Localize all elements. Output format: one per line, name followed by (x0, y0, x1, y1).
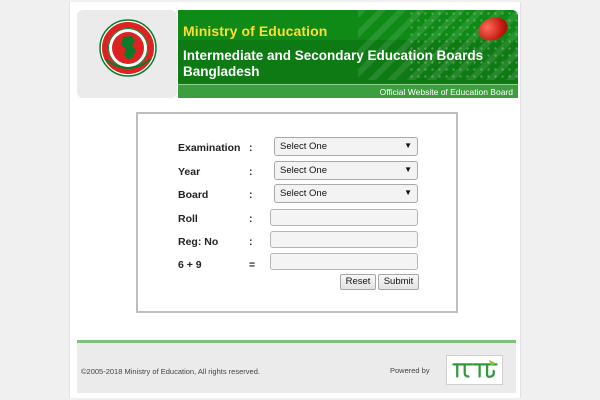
board-select[interactable]: Select One ▼ (274, 184, 418, 203)
copyright-text: ©2005-2018 Ministry of Education, All ri… (81, 367, 260, 376)
year-label: Year (178, 166, 201, 178)
board-colon: : (249, 189, 253, 201)
reset-button[interactable]: Reset (340, 274, 376, 290)
year-colon: : (249, 166, 253, 178)
banner-subbar: Official Website of Education Board (178, 84, 518, 98)
roll-input[interactable] (270, 209, 418, 226)
submit-button[interactable]: Submit (378, 274, 419, 290)
captcha-equals: = (249, 259, 256, 271)
ministry-title: Ministry of Education (183, 23, 328, 39)
teletalk-logo[interactable] (446, 355, 503, 385)
reg-no-input[interactable] (270, 231, 418, 248)
reg-no-label: Reg: No (178, 236, 219, 248)
examination-select[interactable]: Select One ▼ (274, 137, 418, 156)
examination-label: Examination (178, 142, 241, 154)
board-title: Intermediate and Secondary Education Boa… (183, 48, 484, 79)
header-banner: Ministry of Education Intermediate and S… (178, 10, 518, 98)
footer: ©2005-2018 Ministry of Education, All ri… (77, 343, 516, 393)
roll-colon: : (249, 213, 253, 225)
year-select[interactable]: Select One ▼ (274, 161, 418, 180)
year-selected: Select One (280, 165, 327, 176)
chevron-down-icon: ▼ (404, 141, 412, 150)
captcha-label: 6 + 9 (178, 259, 202, 271)
examination-selected: Select One (280, 141, 327, 152)
reg-no-colon: : (249, 236, 253, 248)
result-search-form: Examination : Select One ▼ Year : Select… (136, 112, 458, 313)
chevron-down-icon: ▼ (404, 188, 412, 197)
government-seal-icon (99, 19, 157, 77)
captcha-input[interactable] (270, 253, 418, 270)
board-label: Board (178, 189, 209, 201)
logo-panel (77, 10, 177, 98)
chevron-down-icon: ▼ (404, 165, 412, 174)
powered-by-text: Powered by (390, 366, 430, 375)
board-selected: Select One (280, 188, 327, 199)
roll-label: Roll (178, 213, 198, 225)
page-container: Ministry of Education Intermediate and S… (69, 2, 521, 398)
official-website-text: Official Website of Education Board (379, 87, 513, 97)
examination-colon: : (249, 142, 253, 154)
